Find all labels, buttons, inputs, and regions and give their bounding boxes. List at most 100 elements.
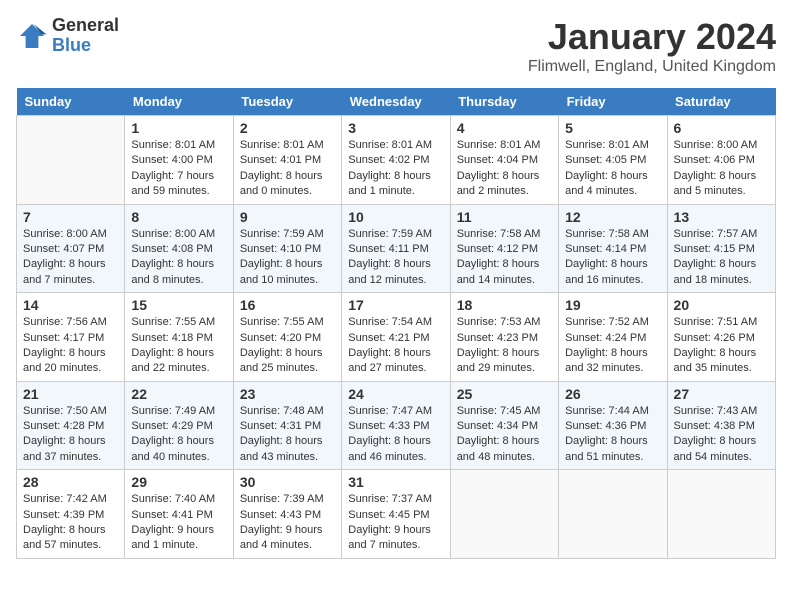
calendar-cell: 10 Sunrise: 7:59 AM Sunset: 4:11 PM Dayli… (342, 204, 450, 293)
calendar-week-row: 14 Sunrise: 7:56 AM Sunset: 4:17 PM Dayli… (17, 293, 776, 382)
day-number: 20 (674, 297, 769, 313)
day-info: Sunrise: 7:42 AM Sunset: 4:39 PM Dayligh… (23, 492, 118, 554)
calendar-cell: 30Sunrise: 7:39 AM Sunset: 4:43 PM Dayli… (233, 470, 341, 559)
logo-blue-text: Blue (52, 36, 119, 56)
calendar-cell (450, 470, 558, 559)
page-header: General Blue January 2024 Flimwell, Engl… (16, 16, 776, 76)
month-title: January 2024 (528, 16, 776, 58)
calendar-cell: 23Sunrise: 7:48 AM Sunset: 4:31 PM Dayli… (233, 381, 341, 470)
calendar-cell: 19 Sunrise: 7:52 AM Sunset: 4:24 PM Dayli… (559, 293, 667, 382)
day-info: Sunrise: 8:01 AM Sunset: 4:00 PM Dayligh… (131, 138, 226, 200)
calendar-week-row: 1 Sunrise: 8:01 AM Sunset: 4:00 PM Daylig… (17, 116, 776, 205)
day-info: Sunrise: 7:45 AM Sunset: 4:34 PM Dayligh… (457, 404, 552, 466)
day-info: Sunrise: 7:57 AM Sunset: 4:15 PM Dayligh… (674, 227, 769, 289)
calendar-cell: 18 Sunrise: 7:53 AM Sunset: 4:23 PM Dayli… (450, 293, 558, 382)
day-number: 15 (131, 297, 226, 313)
day-info: Sunrise: 7:44 AM Sunset: 4:36 PM Dayligh… (565, 404, 660, 466)
day-info: Sunrise: 7:58 AM Sunset: 4:14 PM Dayligh… (565, 227, 660, 289)
day-info: Sunrise: 8:01 AM Sunset: 4:05 PM Dayligh… (565, 138, 660, 200)
calendar-cell: 3 Sunrise: 8:01 AM Sunset: 4:02 PM Daylig… (342, 116, 450, 205)
calendar-cell: 24 Sunrise: 7:47 AM Sunset: 4:33 PM Dayli… (342, 381, 450, 470)
calendar-cell: 2 Sunrise: 8:01 AM Sunset: 4:01 PM Daylig… (233, 116, 341, 205)
title-block: January 2024 Flimwell, England, United K… (528, 16, 776, 76)
calendar-cell: 25 Sunrise: 7:45 AM Sunset: 4:34 PM Dayli… (450, 381, 558, 470)
day-number: 24 (348, 386, 443, 402)
calendar-cell: 11 Sunrise: 7:58 AM Sunset: 4:12 PM Dayli… (450, 204, 558, 293)
day-number: 2 (240, 120, 335, 136)
day-number: 6 (674, 120, 769, 136)
weekday-header-wednesday: Wednesday (342, 88, 450, 116)
day-number: 25 (457, 386, 552, 402)
day-number: 27 (674, 386, 769, 402)
weekday-header-thursday: Thursday (450, 88, 558, 116)
day-number: 18 (457, 297, 552, 313)
day-number: 4 (457, 120, 552, 136)
calendar-cell: 4Sunrise: 8:01 AM Sunset: 4:04 PM Daylig… (450, 116, 558, 205)
day-info: Sunrise: 7:59 AM Sunset: 4:10 PM Dayligh… (240, 227, 335, 289)
calendar-cell: 6 Sunrise: 8:00 AM Sunset: 4:06 PM Daylig… (667, 116, 775, 205)
calendar-cell: 20 Sunrise: 7:51 AM Sunset: 4:26 PM Dayli… (667, 293, 775, 382)
day-number: 3 (348, 120, 443, 136)
day-number: 11 (457, 209, 552, 225)
calendar-week-row: 28 Sunrise: 7:42 AM Sunset: 4:39 PM Dayli… (17, 470, 776, 559)
day-number: 9 (240, 209, 335, 225)
day-number: 22 (131, 386, 226, 402)
calendar-week-row: 7 Sunrise: 8:00 AM Sunset: 4:07 PM Daylig… (17, 204, 776, 293)
day-number: 7 (23, 209, 118, 225)
logo-general-text: General (52, 16, 119, 36)
logo-text: General Blue (52, 16, 119, 56)
calendar-cell: 8Sunrise: 8:00 AM Sunset: 4:08 PM Daylig… (125, 204, 233, 293)
day-info: Sunrise: 7:53 AM Sunset: 4:23 PM Dayligh… (457, 315, 552, 377)
day-number: 21 (23, 386, 118, 402)
day-info: Sunrise: 7:59 AM Sunset: 4:11 PM Dayligh… (348, 227, 443, 289)
day-number: 14 (23, 297, 118, 313)
weekday-header-row: SundayMondayTuesdayWednesdayThursdayFrid… (17, 88, 776, 116)
day-info: Sunrise: 7:58 AM Sunset: 4:12 PM Dayligh… (457, 227, 552, 289)
calendar-cell: 13 Sunrise: 7:57 AM Sunset: 4:15 PM Dayli… (667, 204, 775, 293)
day-number: 10 (348, 209, 443, 225)
calendar-cell (667, 470, 775, 559)
day-number: 1 (131, 120, 226, 136)
day-info: Sunrise: 8:00 AM Sunset: 4:06 PM Dayligh… (674, 138, 769, 200)
weekday-header-monday: Monday (125, 88, 233, 116)
day-number: 26 (565, 386, 660, 402)
calendar-cell: 17Sunrise: 7:54 AM Sunset: 4:21 PM Dayli… (342, 293, 450, 382)
day-number: 19 (565, 297, 660, 313)
calendar-cell: 1 Sunrise: 8:01 AM Sunset: 4:00 PM Daylig… (125, 116, 233, 205)
calendar-cell: 5 Sunrise: 8:01 AM Sunset: 4:05 PM Daylig… (559, 116, 667, 205)
day-info: Sunrise: 7:55 AM Sunset: 4:20 PM Dayligh… (240, 315, 335, 377)
day-info: Sunrise: 8:01 AM Sunset: 4:02 PM Dayligh… (348, 138, 443, 200)
calendar-week-row: 21Sunrise: 7:50 AM Sunset: 4:28 PM Dayli… (17, 381, 776, 470)
day-info: Sunrise: 7:56 AM Sunset: 4:17 PM Dayligh… (23, 315, 118, 377)
day-info: Sunrise: 7:51 AM Sunset: 4:26 PM Dayligh… (674, 315, 769, 377)
calendar-cell (17, 116, 125, 205)
day-info: Sunrise: 7:47 AM Sunset: 4:33 PM Dayligh… (348, 404, 443, 466)
day-number: 8 (131, 209, 226, 225)
logo: General Blue (16, 16, 119, 56)
day-info: Sunrise: 8:01 AM Sunset: 4:01 PM Dayligh… (240, 138, 335, 200)
location-text: Flimwell, England, United Kingdom (528, 58, 776, 76)
calendar-cell: 29Sunrise: 7:40 AM Sunset: 4:41 PM Dayli… (125, 470, 233, 559)
day-info: Sunrise: 7:52 AM Sunset: 4:24 PM Dayligh… (565, 315, 660, 377)
day-number: 5 (565, 120, 660, 136)
day-info: Sunrise: 8:00 AM Sunset: 4:07 PM Dayligh… (23, 227, 118, 289)
day-number: 13 (674, 209, 769, 225)
calendar-cell: 27 Sunrise: 7:43 AM Sunset: 4:38 PM Dayli… (667, 381, 775, 470)
day-number: 31 (348, 474, 443, 490)
logo-icon (16, 20, 48, 52)
day-number: 28 (23, 474, 118, 490)
weekday-header-tuesday: Tuesday (233, 88, 341, 116)
calendar-table: SundayMondayTuesdayWednesdayThursdayFrid… (16, 88, 776, 559)
day-number: 23 (240, 386, 335, 402)
calendar-cell: 28 Sunrise: 7:42 AM Sunset: 4:39 PM Dayli… (17, 470, 125, 559)
calendar-cell: 15Sunrise: 7:55 AM Sunset: 4:18 PM Dayli… (125, 293, 233, 382)
day-info: Sunrise: 7:39 AM Sunset: 4:43 PM Dayligh… (240, 492, 335, 554)
calendar-cell (559, 470, 667, 559)
calendar-cell: 16Sunrise: 7:55 AM Sunset: 4:20 PM Dayli… (233, 293, 341, 382)
calendar-cell: 21Sunrise: 7:50 AM Sunset: 4:28 PM Dayli… (17, 381, 125, 470)
weekday-header-friday: Friday (559, 88, 667, 116)
day-number: 17 (348, 297, 443, 313)
day-info: Sunrise: 7:40 AM Sunset: 4:41 PM Dayligh… (131, 492, 226, 554)
day-info: Sunrise: 7:43 AM Sunset: 4:38 PM Dayligh… (674, 404, 769, 466)
calendar-cell: 22Sunrise: 7:49 AM Sunset: 4:29 PM Dayli… (125, 381, 233, 470)
